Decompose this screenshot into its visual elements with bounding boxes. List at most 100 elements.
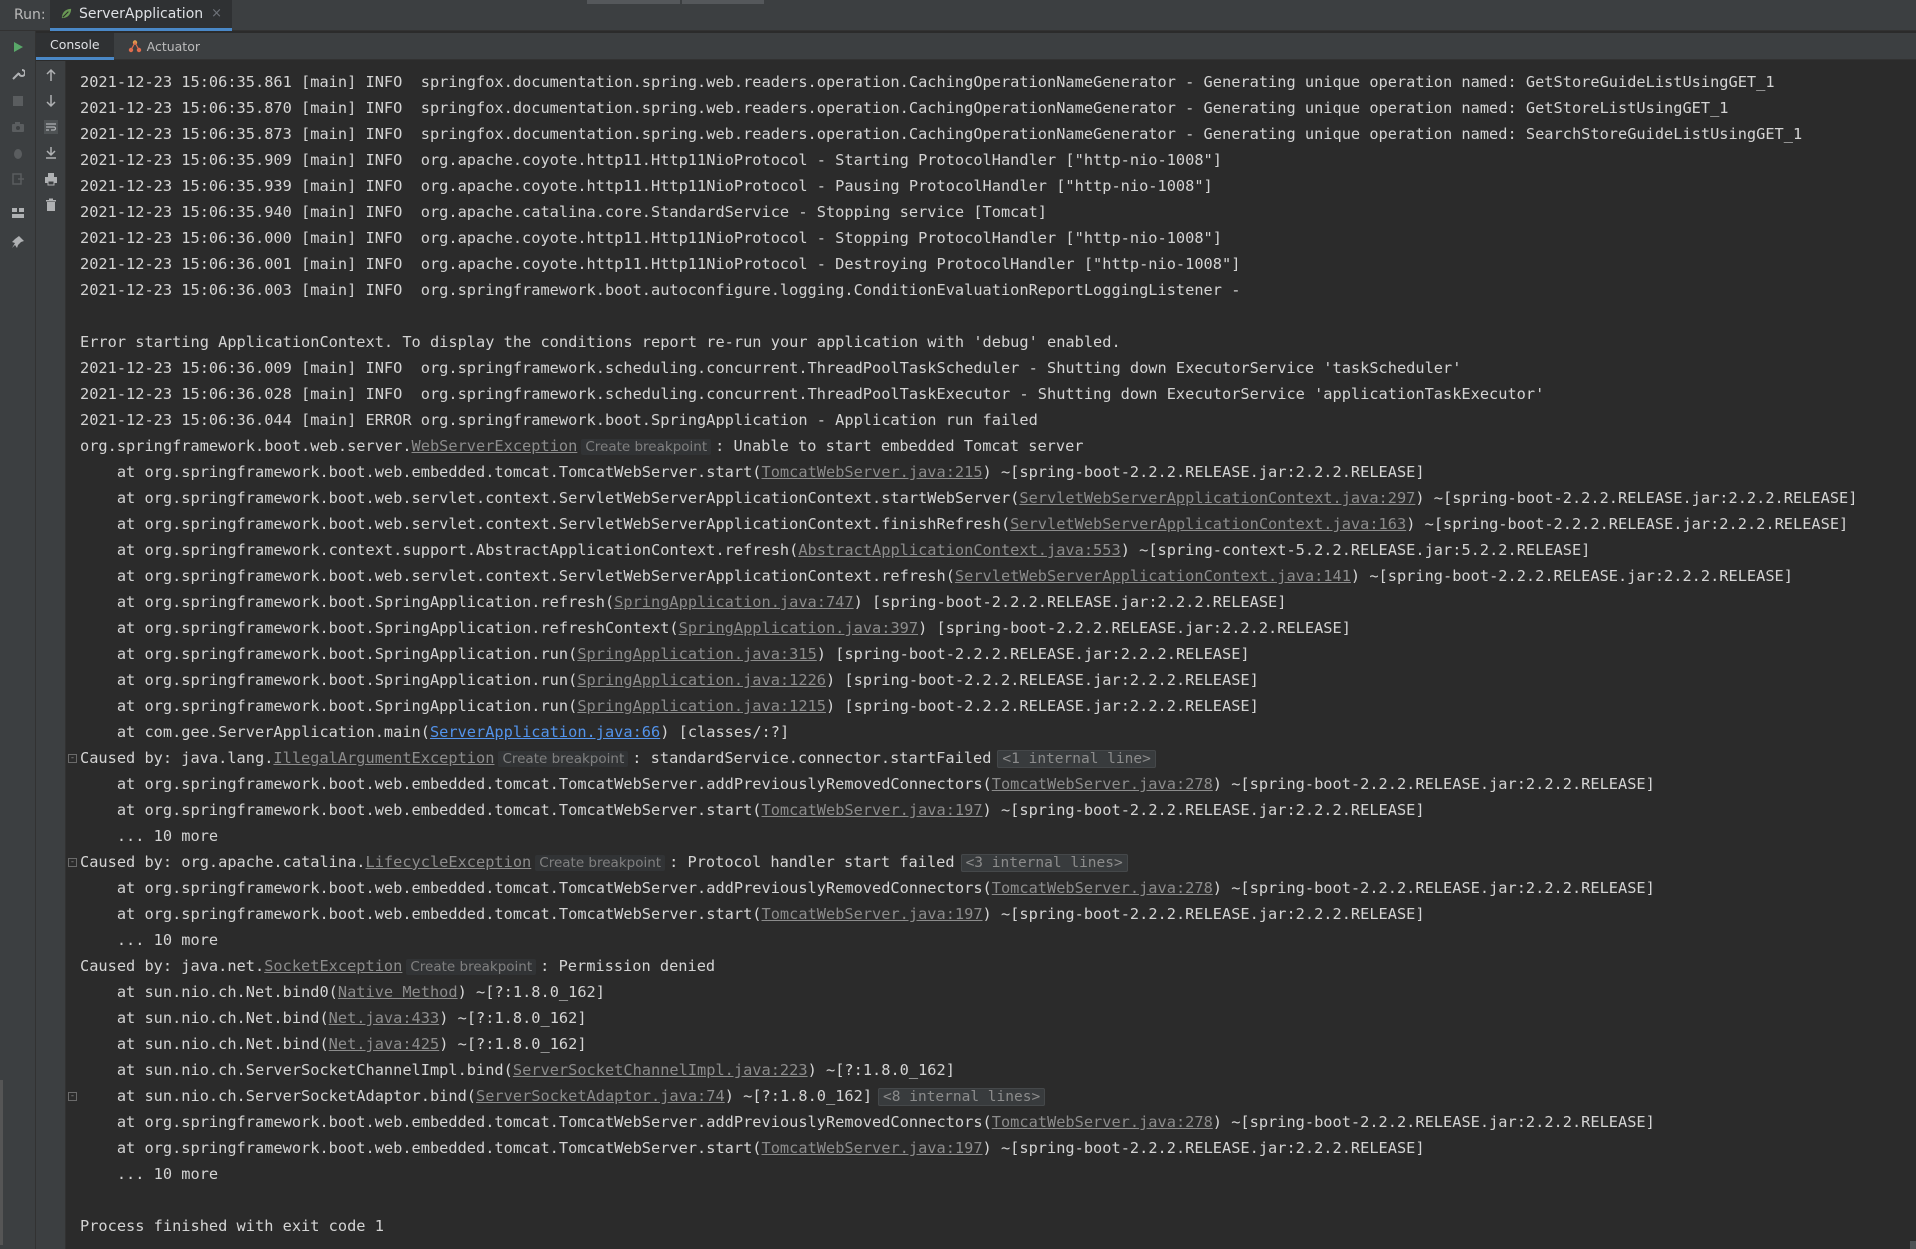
run-config-tab[interactable]: ServerApplication × [50, 0, 233, 31]
internal-lines-fold[interactable]: <3 internal lines> [960, 854, 1128, 872]
source-link[interactable]: TomcatWebServer.java:215 [762, 463, 983, 481]
source-link[interactable]: Net.java:433 [329, 1009, 440, 1027]
source-link[interactable]: TomcatWebServer.java:197 [762, 905, 983, 923]
console-text: ) ~[spring-boot-2.2.2.RELEASE.jar:2.2.2.… [982, 463, 1425, 481]
exit-icon[interactable] [10, 171, 26, 187]
console-text: ) ~[spring-boot-2.2.2.RELEASE.jar:2.2.2.… [982, 1139, 1425, 1157]
create-breakpoint-button[interactable]: Create breakpoint [535, 855, 666, 871]
console-output[interactable]: 2021-12-23 15:06:35.861 [main] INFO spri… [66, 61, 1916, 1249]
console-line: at sun.nio.ch.Net.bind(Net.java:433) ~[?… [80, 1005, 1900, 1031]
console-text: at org.springframework.boot.SpringApplic… [80, 697, 578, 715]
print-icon[interactable] [43, 171, 59, 187]
create-breakpoint-button[interactable]: Create breakpoint [406, 959, 537, 975]
tab-console[interactable]: Console [36, 32, 114, 60]
source-link[interactable]: TomcatWebServer.java:197 [762, 1139, 983, 1157]
console-text: ) ~[spring-boot-2.2.2.RELEASE.jar:2.2.2.… [1212, 775, 1655, 793]
run-subtabs: Console Actuator [36, 32, 1916, 60]
source-link[interactable]: TomcatWebServer.java:278 [992, 1113, 1213, 1131]
console-text: ) [spring-boot-2.2.2.RELEASE.jar:2.2.2.R… [816, 645, 1250, 663]
console-text: at org.springframework.boot.web.servlet.… [80, 567, 955, 585]
stop-icon[interactable] [10, 93, 26, 109]
editor-tab-scroll-indicator [587, 0, 680, 4]
source-link[interactable]: AbstractApplicationContext.java:553 [798, 541, 1120, 559]
source-link[interactable]: SpringApplication.java:1226 [577, 671, 826, 689]
console-text: Caused by: java.lang. [80, 749, 274, 767]
console-line: at org.springframework.boot.SpringApplic… [80, 693, 1900, 719]
fold-toggle-icon[interactable]: - [68, 1092, 77, 1101]
pin-icon[interactable] [10, 234, 26, 250]
tab-actuator[interactable]: Actuator [114, 33, 214, 60]
source-link[interactable]: ServletWebServerApplicationContext.java:… [955, 567, 1351, 585]
console-text: at org.springframework.boot.web.embedded… [80, 775, 992, 793]
console-text: ... 10 more [80, 1165, 219, 1183]
source-link[interactable]: ServerSocketChannelImpl.java:223 [513, 1061, 808, 1079]
run-left-toolbar [0, 31, 36, 1249]
create-breakpoint-button[interactable]: Create breakpoint [581, 439, 712, 455]
console-line: ... 10 more [80, 823, 1900, 849]
source-link[interactable]: ServletWebServerApplicationContext.java:… [1019, 489, 1415, 507]
bug-icon[interactable] [10, 145, 26, 161]
trash-icon[interactable] [43, 197, 59, 213]
arrow-up-icon[interactable] [43, 67, 59, 83]
console-line: at org.springframework.boot.web.embedded… [80, 771, 1900, 797]
source-link[interactable]: TomcatWebServer.java:278 [992, 879, 1213, 897]
console-text: : Unable to start embedded Tomcat server [715, 437, 1084, 455]
console-line: 2021-12-23 15:06:35.909 [main] INFO org.… [80, 147, 1900, 173]
source-link[interactable]: SpringApplication.java:315 [577, 645, 816, 663]
console-toolbar [36, 61, 66, 1249]
fold-toggle-icon[interactable]: - [68, 858, 77, 867]
console-text: 2021-12-23 15:06:35.870 [main] INFO spri… [80, 99, 1729, 117]
source-link[interactable]: SpringApplication.java:747 [614, 593, 853, 611]
source-link[interactable]: Native Method [338, 983, 458, 1001]
layout-icon[interactable] [10, 205, 26, 221]
console-text: 2021-12-23 15:06:36.001 [main] INFO org.… [80, 255, 1241, 273]
internal-lines-fold[interactable]: <8 internal lines> [878, 1088, 1046, 1106]
console-text: org.springframework.boot.web.server. [80, 437, 412, 455]
console-line: ... 10 more [80, 1161, 1900, 1187]
wrench-icon[interactable] [10, 66, 26, 82]
source-link[interactable]: IllegalArgumentException [273, 749, 494, 767]
soft-wrap-icon[interactable] [43, 119, 59, 135]
source-link[interactable]: WebServerException [412, 437, 578, 455]
source-link[interactable]: TomcatWebServer.java:197 [762, 801, 983, 819]
console-text: 2021-12-23 15:06:36.044 [main] ERROR org… [80, 411, 1038, 429]
console-scrollbar[interactable] [1910, 1241, 1916, 1249]
source-link[interactable]: SpringApplication.java:397 [679, 619, 918, 637]
scroll-to-end-icon[interactable] [43, 145, 59, 161]
fold-toggle-icon[interactable]: - [68, 754, 77, 763]
console-line: at org.springframework.boot.SpringApplic… [80, 641, 1900, 667]
console-line: 2021-12-23 15:06:35.861 [main] INFO spri… [80, 69, 1900, 95]
console-text: ... 10 more [80, 827, 219, 845]
create-breakpoint-button[interactable]: Create breakpoint [498, 751, 629, 767]
internal-lines-fold[interactable]: <1 internal line> [997, 750, 1156, 768]
console-text: ) ~[spring-context-5.2.2.RELEASE.jar:5.2… [1120, 541, 1591, 559]
console-text: at org.springframework.boot.web.servlet.… [80, 515, 1011, 533]
camera-icon[interactable] [10, 119, 26, 135]
console-text: at sun.nio.ch.ServerSocketChannelImpl.bi… [80, 1061, 513, 1079]
source-link[interactable]: SpringApplication.java:1215 [577, 697, 826, 715]
console-text: at org.springframework.boot.SpringApplic… [80, 619, 679, 637]
console-text: ... 10 more [80, 931, 219, 949]
source-link[interactable]: LifecycleException [366, 853, 532, 871]
close-icon[interactable]: × [211, 6, 222, 21]
console-line: - Caused by: org.apache.catalina.Lifecycl… [68, 849, 1900, 875]
console-line: at org.springframework.boot.web.servlet.… [80, 485, 1900, 511]
run-label: Run: [14, 7, 46, 23]
run-tab-title: ServerApplication [79, 5, 204, 22]
arrow-down-icon[interactable] [43, 93, 59, 109]
console-text: at org.springframework.boot.web.embedded… [80, 801, 762, 819]
console-text: ) ~[spring-boot-2.2.2.RELEASE.jar:2.2.2.… [982, 801, 1425, 819]
source-link[interactable]: ServerApplication.java:66 [430, 723, 660, 741]
source-link[interactable]: Net.java:425 [329, 1035, 440, 1053]
play-icon[interactable] [10, 39, 26, 55]
console-line: Error starting ApplicationContext. To di… [80, 329, 1900, 355]
source-link[interactable]: ServerSocketAdaptor.java:74 [476, 1087, 725, 1105]
console-text: 2021-12-23 15:06:35.873 [main] INFO spri… [80, 125, 1803, 143]
console-text: ) ~[spring-boot-2.2.2.RELEASE.jar:2.2.2.… [1406, 515, 1849, 533]
source-link[interactable]: ServletWebServerApplicationContext.java:… [1010, 515, 1406, 533]
source-link[interactable]: SocketException [264, 957, 402, 975]
tab-console-label: Console [50, 37, 100, 52]
source-link[interactable]: TomcatWebServer.java:278 [992, 775, 1213, 793]
console-line: at org.springframework.boot.SpringApplic… [80, 667, 1900, 693]
console-text: at org.springframework.context.support.A… [80, 541, 799, 559]
